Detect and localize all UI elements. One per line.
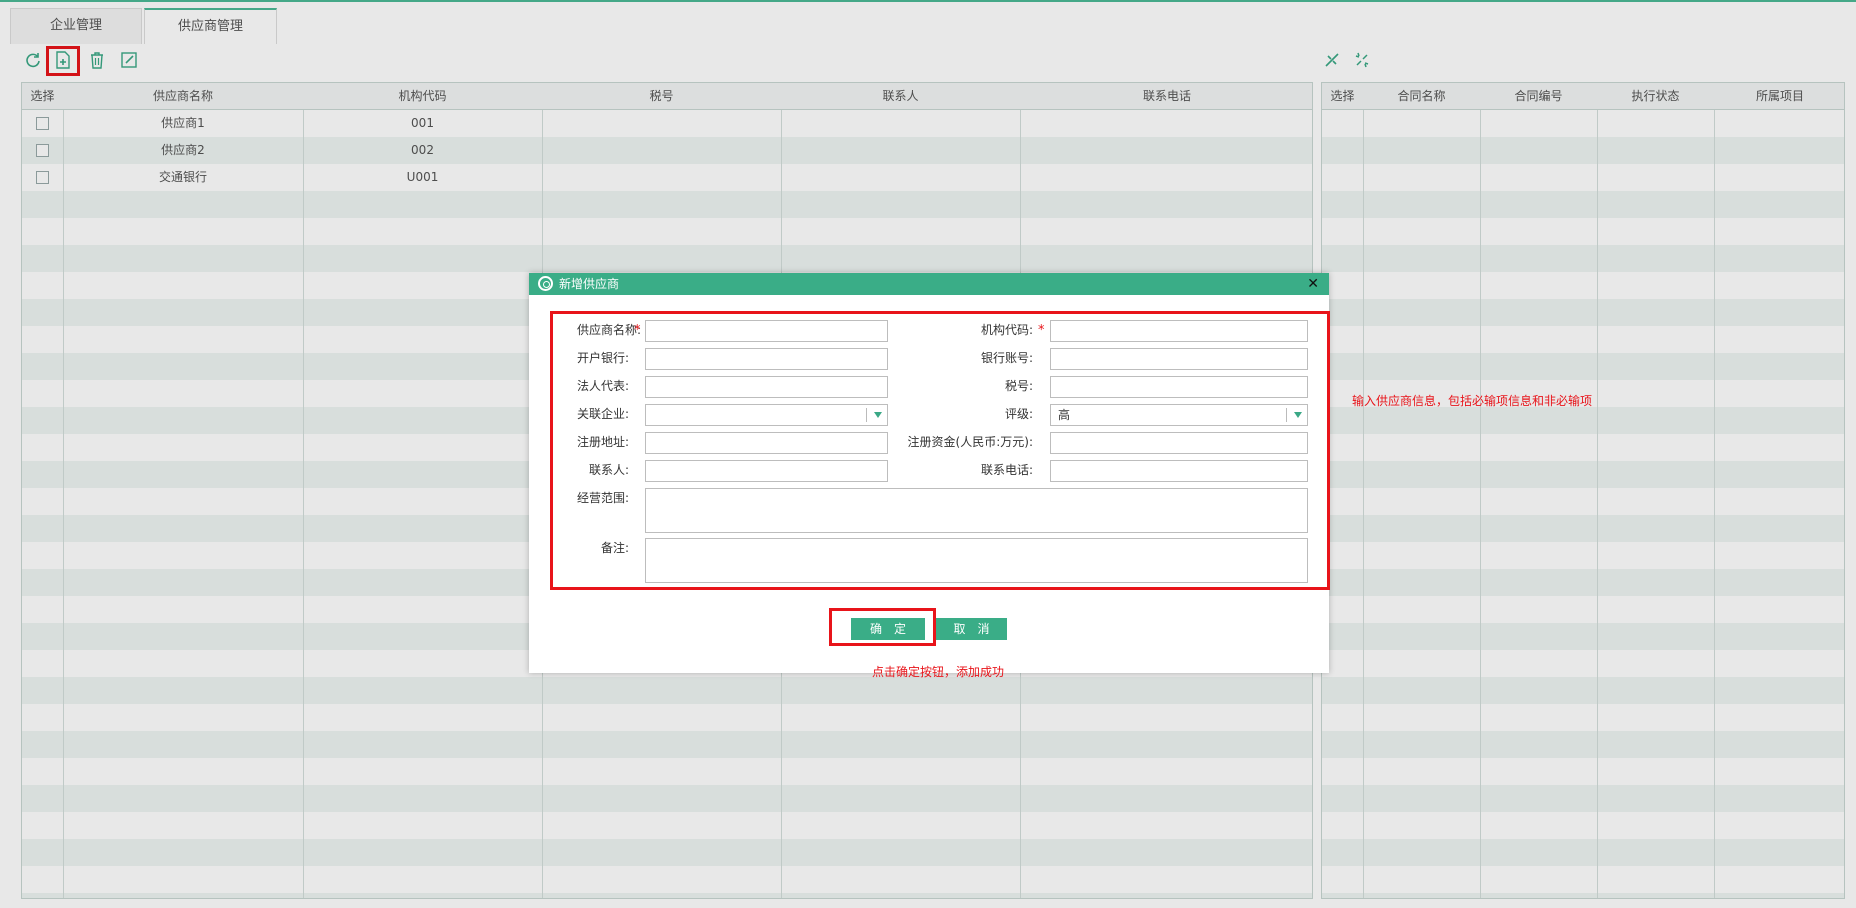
- cancel-button[interactable]: 取消: [936, 618, 1007, 640]
- confirm-highlight-box: [829, 608, 936, 646]
- dialog-titlebar: 新增供应商 ✕: [529, 273, 1329, 295]
- dialog-title: 新增供应商: [559, 277, 620, 291]
- form-highlight-box: [550, 311, 1330, 590]
- confirm-annotation-note: 点击确定按钮，添加成功: [872, 665, 1005, 679]
- form-annotation-note: 输入供应商信息，包括必输项信息和非必输项: [1352, 394, 1593, 408]
- close-icon[interactable]: ✕: [1307, 273, 1319, 295]
- app-logo-icon: [538, 276, 553, 291]
